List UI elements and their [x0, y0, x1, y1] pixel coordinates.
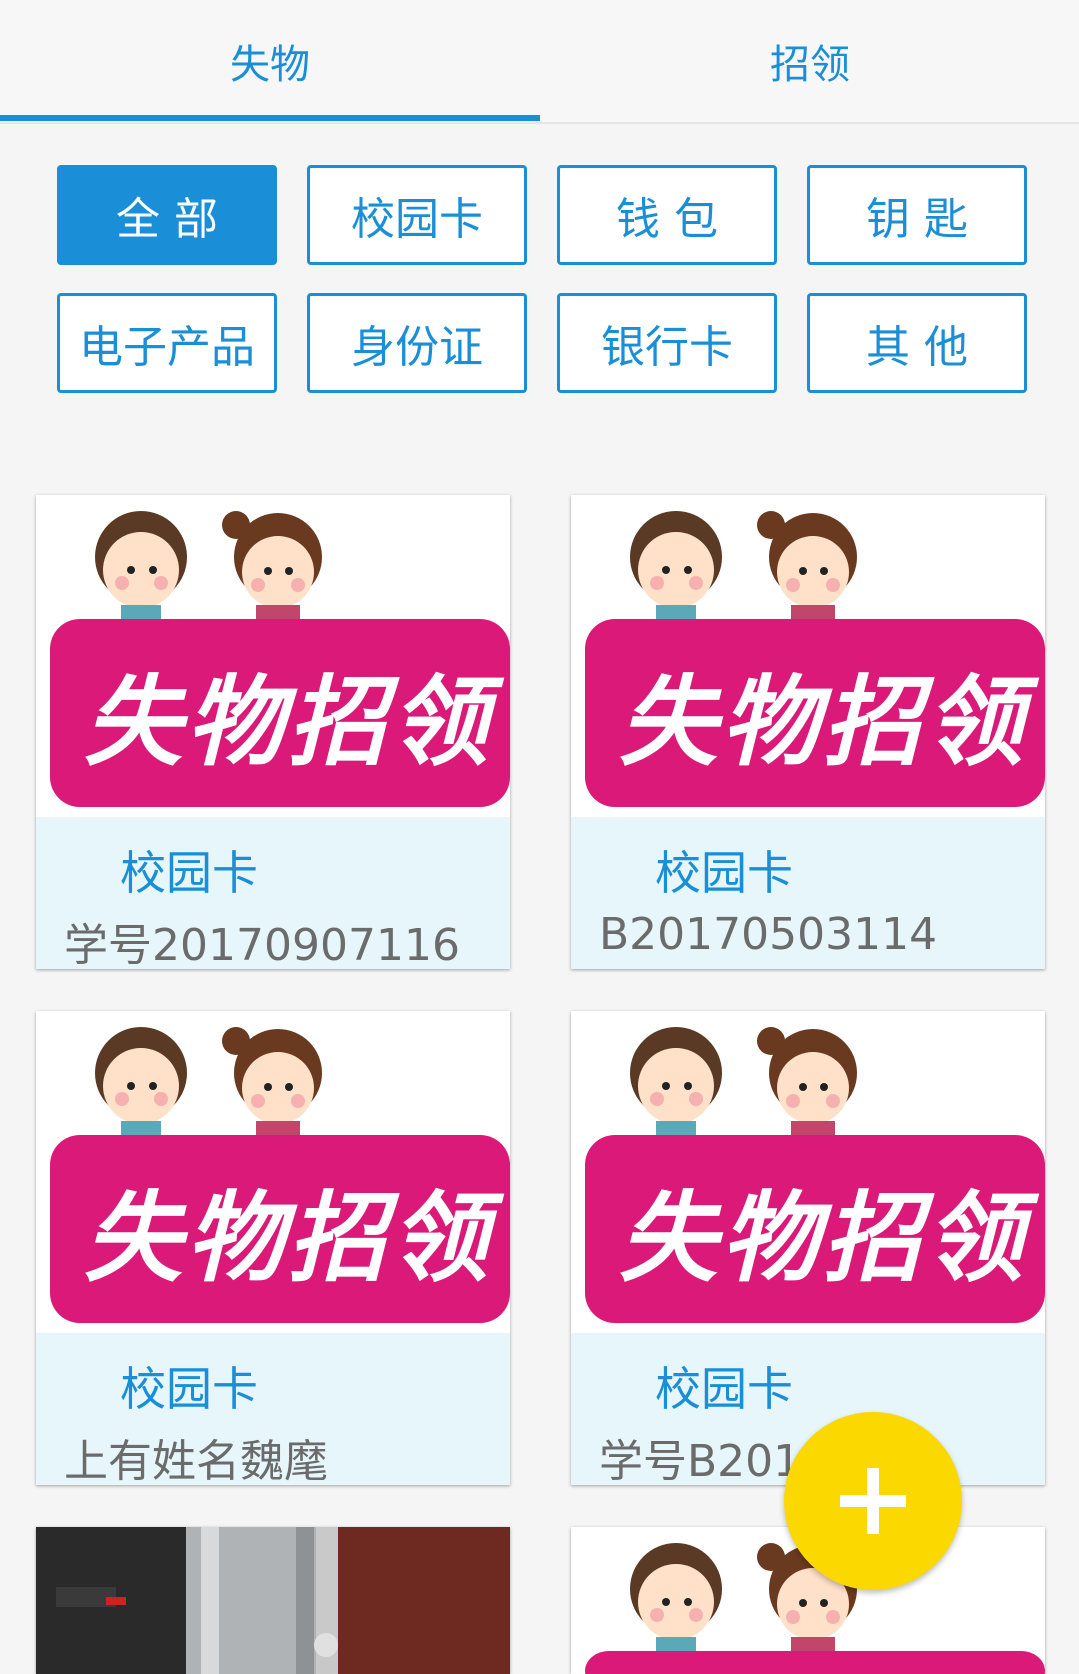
- item-photo: [36, 1527, 510, 1674]
- item-poster-image: 失物招领: [571, 1011, 1045, 1333]
- item-category: 校园卡: [655, 1362, 793, 1416]
- item-info: 校园卡 B20170503114: [571, 817, 1045, 969]
- poster-title: 失物招领: [619, 665, 1028, 780]
- tab-found[interactable]: 招领: [540, 0, 1079, 122]
- item-description: 上有姓名魏麾: [64, 1436, 328, 1485]
- item-card[interactable]: 失物招领 校园卡 学号20170907116: [36, 495, 510, 969]
- tab-lost[interactable]: 失物: [0, 0, 540, 122]
- cartoon-kids-icon: [95, 1027, 322, 1141]
- item-description: B20170503114: [599, 909, 938, 960]
- cartoon-kids-icon: [630, 511, 857, 625]
- poster-title: 失物招领: [84, 665, 493, 780]
- item-poster-image: 失物招领: [36, 1011, 510, 1333]
- cartoon-kids-icon: [95, 511, 322, 625]
- item-card[interactable]: [36, 1527, 510, 1674]
- filter-all-button[interactable]: 全 部: [57, 165, 277, 265]
- item-description: 学号20170907116: [64, 920, 460, 969]
- cartoon-kids-icon: [630, 1027, 857, 1141]
- filter-keys-button[interactable]: 钥 匙: [807, 165, 1027, 265]
- item-card[interactable]: 失物招领 校园卡 上有姓名魏麾: [36, 1011, 510, 1485]
- add-item-button[interactable]: [784, 1412, 962, 1590]
- filter-id-card-button[interactable]: 身份证: [307, 293, 527, 393]
- filter-campus-card-button[interactable]: 校园卡: [307, 165, 527, 265]
- item-poster-image: 失物招领: [571, 495, 1045, 817]
- poster-title: 失物招领: [84, 1181, 493, 1296]
- active-tab-indicator: [0, 115, 540, 121]
- poster-title: 失物招领: [619, 1181, 1028, 1296]
- plus-icon: [840, 1468, 906, 1534]
- item-category: 校园卡: [120, 1362, 258, 1416]
- item-poster-image: 失物招领: [36, 495, 510, 817]
- item-category: 校园卡: [655, 846, 793, 900]
- filter-wallet-button[interactable]: 钱 包: [557, 165, 777, 265]
- item-card[interactable]: 失物招领 校园卡 B20170503114: [571, 495, 1045, 969]
- item-category: 校园卡: [120, 846, 258, 900]
- item-info: 校园卡 学号20170907116: [36, 817, 510, 969]
- filter-bank-card-button[interactable]: 银行卡: [557, 293, 777, 393]
- item-info: 校园卡 上有姓名魏麾: [36, 1333, 510, 1485]
- tab-bar: 失物 招领: [0, 0, 1079, 124]
- filter-electronics-button[interactable]: 电子产品: [57, 293, 277, 393]
- filter-other-button[interactable]: 其 他: [807, 293, 1027, 393]
